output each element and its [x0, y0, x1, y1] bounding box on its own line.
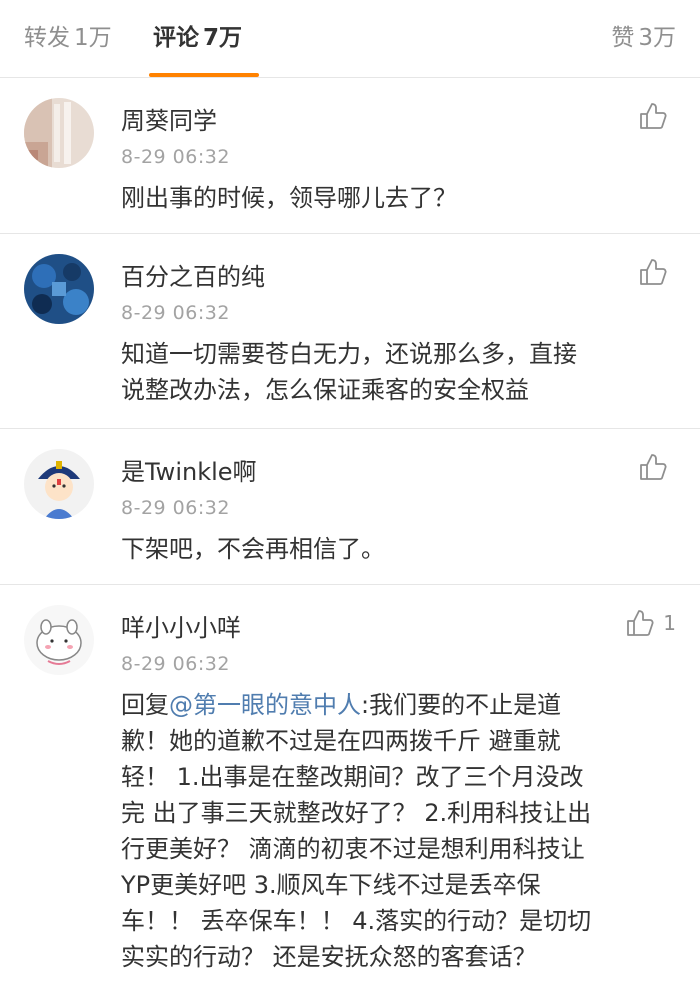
comment-line: 知道一切需要苍白无力，还说那么多，直接	[121, 340, 577, 368]
comment-text: 刚出事的时候，领导哪儿去了？	[121, 180, 681, 216]
comment-item: 百分之百的纯 8-29 06:32 知道一切需要苍白无力，还说那么多，直接 说整…	[0, 234, 700, 429]
comment-text: 回复@第一眼的意中人:我们要的不止是道 歉！她的道歉不过是在四两拨千斤 避重就 …	[121, 687, 681, 975]
comment-line: 说整改办法，怎么保证乘客的安全权益	[121, 376, 529, 404]
comment-line: 实实的行动？ 还是安抚众怒的客套话？	[121, 943, 537, 971]
comment-user-name[interactable]: 是Twinkle啊	[121, 456, 257, 488]
comment-user-name[interactable]: 百分之百的纯	[121, 261, 265, 293]
thumbs-up-icon	[627, 610, 654, 636]
avatar-cartoon-icon	[24, 449, 94, 519]
comment-user-name[interactable]: 周葵同学	[121, 105, 217, 137]
avatar-photo-icon	[24, 98, 94, 168]
comment-line: 完 出了事三天就整改好了？ 2.利用科技让出	[121, 799, 592, 827]
tab-reposts[interactable]: 转发 1万	[24, 21, 112, 55]
active-tab-indicator	[149, 73, 259, 77]
thumbs-up-icon	[640, 259, 667, 285]
comment-line: 车！！ 丢卒保车！！ 4.落实的行动？是切切	[121, 907, 592, 935]
comment-line: 刚出事的时候，领导哪儿去了？	[121, 184, 457, 212]
reply-prefix: 回复	[121, 691, 169, 719]
avatar[interactable]	[24, 449, 94, 519]
comment-line-rest: :我们要的不止是道	[361, 691, 562, 719]
like-button[interactable]: 1	[625, 608, 676, 638]
like-button[interactable]	[638, 101, 676, 131]
comment-user-name[interactable]: 咩小小小咩	[121, 612, 241, 644]
tab-reposts-count: 1万	[74, 25, 112, 51]
comment-line: 行更美好？ 滴滴的初衷不过是想利用科技让	[121, 835, 585, 863]
tab-likes-label: 赞	[611, 25, 635, 51]
like-count: 1	[663, 611, 676, 635]
avatar-cartoon-icon	[24, 605, 94, 675]
comment-time: 8-29 06:32	[121, 302, 230, 324]
tab-likes-count: 3万	[638, 25, 676, 51]
comment-line: 轻！ 1.出事是在整改期间？改了三个月没改	[121, 763, 584, 791]
tab-comments-count: 7万	[203, 25, 243, 51]
avatar-photo-icon	[24, 254, 94, 324]
avatar[interactable]	[24, 254, 94, 324]
like-button[interactable]	[638, 257, 676, 287]
comment-item: 是Twinkle啊 8-29 06:32 下架吧，不会再相信了。	[0, 429, 700, 585]
comment-time: 8-29 06:32	[121, 497, 230, 519]
comment-line: YP更美好吧 3.顺风车下线不过是丢卒保	[121, 871, 541, 899]
tab-likes[interactable]: 赞 3万	[611, 21, 676, 55]
thumbs-up-icon	[640, 454, 667, 480]
comment-tabs: 转发 1万 评论 7万 赞 3万	[0, 0, 700, 78]
thumbs-up-icon	[640, 103, 667, 129]
tab-comments-label: 评论	[153, 25, 199, 51]
comment-text: 知道一切需要苍白无力，还说那么多，直接 说整改办法，怎么保证乘客的安全权益	[121, 336, 681, 408]
comment-time: 8-29 06:32	[121, 146, 230, 168]
comment-line: 歉！她的道歉不过是在四两拨千斤 避重就	[121, 727, 561, 755]
comment-item: 咩小小小咩 8-29 06:32 回复@第一眼的意中人:我们要的不止是道 歉！她…	[0, 585, 700, 1003]
comment-item: 周葵同学 8-29 06:32 刚出事的时候，领导哪儿去了？	[0, 78, 700, 234]
tab-comments[interactable]: 评论 7万	[153, 21, 242, 55]
avatar[interactable]	[24, 605, 94, 675]
avatar[interactable]	[24, 98, 94, 168]
comment-time: 8-29 06:32	[121, 653, 230, 675]
like-button[interactable]	[638, 452, 676, 482]
mention-link[interactable]: @第一眼的意中人	[169, 691, 361, 719]
comment-text: 下架吧，不会再相信了。	[121, 531, 681, 567]
comment-line: 回复@第一眼的意中人:我们要的不止是道	[121, 687, 681, 723]
comment-line: 下架吧，不会再相信了。	[121, 535, 385, 563]
tab-reposts-label: 转发	[24, 25, 70, 51]
